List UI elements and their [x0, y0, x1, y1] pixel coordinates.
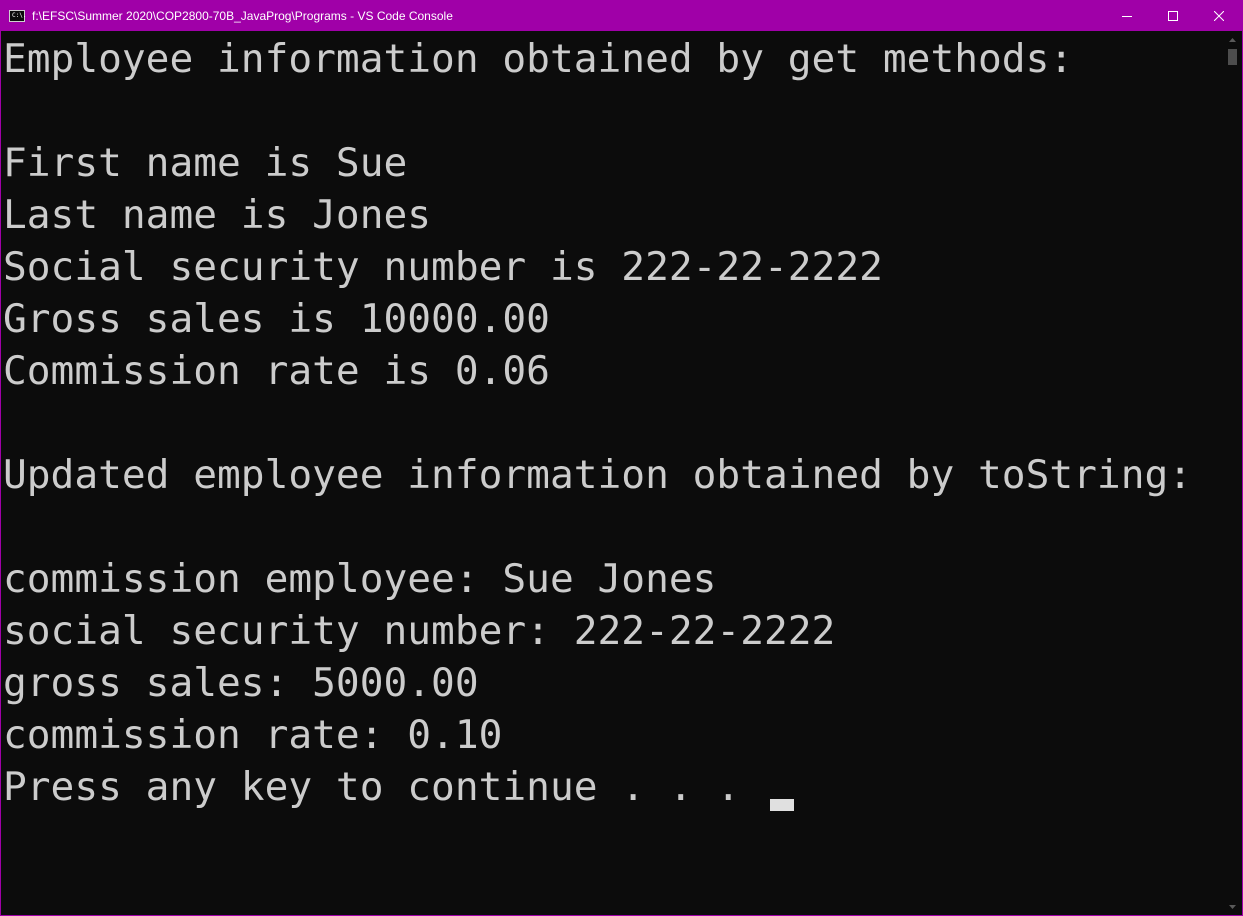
title-bar[interactable]: C:\. f:\EFSC\Summer 2020\COP2800-70B_Jav… [1, 1, 1242, 31]
chevron-down-icon [1229, 904, 1236, 909]
console-line: Gross sales is 10000.00 [3, 296, 550, 342]
scroll-thumb[interactable] [1228, 49, 1237, 65]
scroll-down-button[interactable] [1224, 898, 1241, 915]
close-icon [1214, 11, 1224, 21]
window-controls [1104, 1, 1242, 31]
chevron-up-icon [1229, 37, 1236, 42]
console-line: gross sales: 5000.00 [3, 660, 479, 706]
console-window: C:\. f:\EFSC\Summer 2020\COP2800-70B_Jav… [0, 0, 1243, 916]
console-prompt-line: Press any key to continue . . . [3, 764, 764, 810]
console-output[interactable]: Employee information obtained by get met… [1, 31, 1226, 915]
console-line: commission rate: 0.10 [3, 712, 503, 758]
scroll-up-button[interactable] [1224, 31, 1241, 48]
console-line: First name is Sue [3, 140, 408, 186]
console-line: Social security number is 222-22-2222 [3, 244, 883, 290]
minimize-icon [1122, 16, 1132, 17]
maximize-icon [1168, 11, 1178, 21]
minimize-button[interactable] [1104, 1, 1150, 31]
console-app-icon-label: C:\. [12, 12, 27, 19]
console-line: Commission rate is 0.06 [3, 348, 550, 394]
console-line: commission employee: Sue Jones [3, 556, 717, 602]
console-app-icon[interactable]: C:\. [9, 10, 27, 22]
console-line: Updated employee information obtained by… [3, 452, 1193, 498]
console-line: Last name is Jones [3, 192, 432, 238]
console-line: social security number: 222-22-2222 [3, 608, 836, 654]
console-line: Employee information obtained by get met… [3, 36, 1074, 82]
vertical-scrollbar[interactable] [1224, 31, 1241, 915]
close-button[interactable] [1196, 1, 1242, 31]
text-cursor [770, 799, 794, 811]
maximize-button[interactable] [1150, 1, 1196, 31]
window-title: f:\EFSC\Summer 2020\COP2800-70B_JavaProg… [32, 9, 453, 23]
